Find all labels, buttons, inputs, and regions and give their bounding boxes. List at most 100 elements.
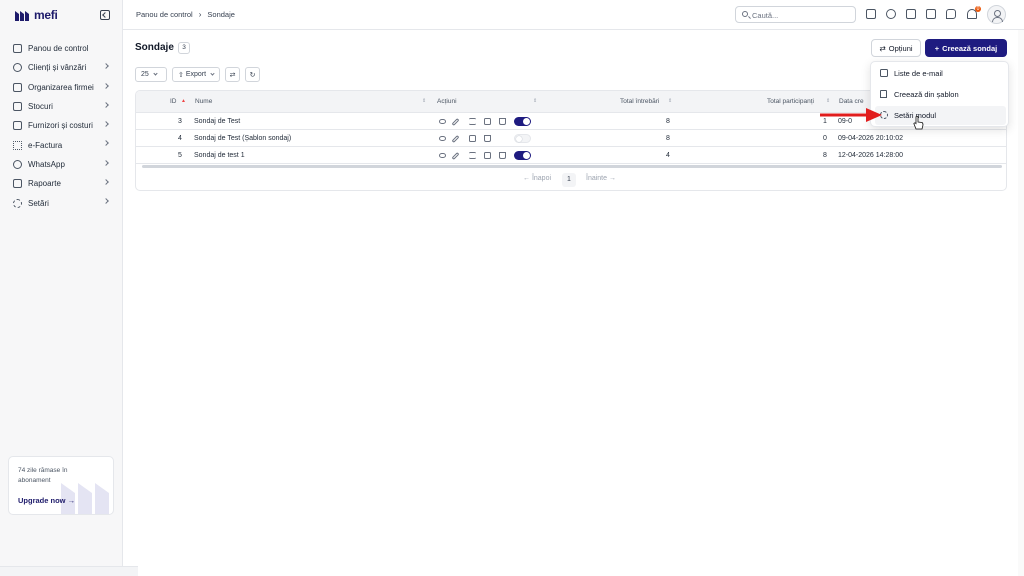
vertical-scrollbar[interactable] xyxy=(1018,30,1024,576)
avatar[interactable] xyxy=(987,5,1006,24)
options-label: Opțiuni xyxy=(888,43,913,53)
options-button[interactable]: ⇄ Opțiuni xyxy=(871,39,921,57)
edit-icon[interactable] xyxy=(451,135,460,143)
active-toggle[interactable] xyxy=(514,134,531,143)
chevron-right-icon xyxy=(103,63,109,70)
page-title: Sondaje xyxy=(135,42,174,53)
check-square-icon[interactable] xyxy=(926,9,936,19)
active-toggle[interactable] xyxy=(514,151,531,160)
users-icon xyxy=(13,63,22,73)
duplicate-icon[interactable] xyxy=(469,135,476,142)
create-survey-button[interactable]: + Creează sondaj xyxy=(925,39,1007,57)
swap-columns-button[interactable]: ⇄ xyxy=(225,67,240,82)
pagination-current[interactable]: 1 xyxy=(562,173,576,187)
page-size-select[interactable]: 25 xyxy=(135,67,167,82)
cell-name: Sondaj de Test (Șablon sondaj) xyxy=(194,135,292,142)
home-icon xyxy=(13,44,22,54)
timer-icon[interactable] xyxy=(886,9,896,19)
sort-icon[interactable]: ⇕ xyxy=(668,98,672,104)
list-icon[interactable] xyxy=(469,118,476,125)
chevron-right-icon xyxy=(103,82,109,89)
cell-name: Sondaj de Test xyxy=(194,118,241,125)
horizontal-scrollbar[interactable] xyxy=(142,165,1002,168)
sort-icon[interactable]: ⇕ xyxy=(826,98,830,104)
search-box[interactable] xyxy=(735,6,856,23)
upgrade-days-text: 74 zile rămase în abonament xyxy=(18,467,68,484)
menu-item-email-lists[interactable]: Liste de e-mail xyxy=(875,64,1006,83)
chevron-right-icon xyxy=(103,198,109,205)
sort-asc-icon[interactable]: ▲ xyxy=(181,98,186,104)
menu-item-module-settings[interactable]: Setări modul xyxy=(875,106,1006,125)
sort-icon[interactable]: ⇕ xyxy=(533,98,537,104)
sidebar-item-setari[interactable]: Setări xyxy=(8,193,116,212)
trash-icon[interactable] xyxy=(499,152,506,159)
mail-icon xyxy=(880,69,888,77)
plus-icon: + xyxy=(934,43,940,53)
options-dropdown: Liste de e-mail Creează din șablon Setăr… xyxy=(870,61,1009,127)
duplicate-icon[interactable] xyxy=(484,118,491,125)
sidebar-item-clienti[interactable]: Clienți și vânzări xyxy=(8,58,116,77)
list-icon[interactable] xyxy=(469,152,476,159)
upgrade-card: 74 zile rămase în abonament Upgrade now … xyxy=(8,456,114,515)
add-square-icon[interactable] xyxy=(866,9,876,19)
cell-participants: 0 xyxy=(823,135,827,142)
sidebar-item-furnizori[interactable]: Furnizori și costuri xyxy=(8,116,116,135)
refresh-button[interactable]: ↻ xyxy=(245,67,260,82)
search-input[interactable] xyxy=(752,9,852,21)
chevron-right-icon xyxy=(103,159,109,166)
gear-icon xyxy=(13,198,22,208)
menu-item-create-from-template[interactable]: Creează din șablon xyxy=(875,85,1006,104)
bookmark-icon xyxy=(880,90,887,98)
edit-icon[interactable] xyxy=(451,152,460,160)
sidebar-item-organizarea[interactable]: Organizarea firmei xyxy=(8,78,116,97)
mefi-logo-icon xyxy=(15,10,29,21)
search-icon xyxy=(742,11,748,17)
sidebar-item-label: e-Factura xyxy=(28,140,63,150)
column-header-id[interactable]: ID xyxy=(170,98,177,105)
cell-questions: 8 xyxy=(666,135,670,142)
view-icon[interactable] xyxy=(439,136,446,141)
sort-icon[interactable]: ⇕ xyxy=(422,98,426,104)
cell-id: 4 xyxy=(178,135,182,142)
notifications-badge: 0 xyxy=(975,6,981,12)
column-header-questions[interactable]: Total întrebări xyxy=(620,98,659,105)
pagination-next[interactable]: Înainte → xyxy=(586,175,616,182)
breadcrumb-item-home[interactable]: Panou de control xyxy=(136,10,193,19)
sidebar-item-rapoarte[interactable]: Rapoarte xyxy=(8,174,116,193)
sidebar-item-efactura[interactable]: e-Factura xyxy=(8,135,116,154)
sidebar-item-panou[interactable]: Panou de control xyxy=(8,39,116,58)
efactura-icon xyxy=(13,140,22,150)
edit-icon[interactable] xyxy=(451,118,460,126)
trash-icon[interactable] xyxy=(484,135,491,142)
calendar-icon[interactable] xyxy=(906,9,916,19)
view-icon[interactable] xyxy=(439,153,446,158)
collapse-sidebar-icon[interactable] xyxy=(100,10,110,20)
chevron-right-icon xyxy=(103,179,109,185)
chat-icon[interactable] xyxy=(946,9,956,19)
trash-icon[interactable] xyxy=(499,118,506,125)
active-toggle[interactable] xyxy=(514,117,531,126)
column-header-name[interactable]: Nume xyxy=(195,98,212,105)
top-bar: Panou de control › Sondaje 0 xyxy=(123,0,1024,30)
pagination-prev[interactable]: ← Înapoi xyxy=(523,175,551,182)
logo[interactable]: mefi xyxy=(14,8,58,22)
upgrade-now-link[interactable]: Upgrade now → xyxy=(18,496,75,505)
sidebar-nav: Panou de control Clienți și vânzări Orga… xyxy=(8,39,116,213)
cell-id: 5 xyxy=(178,152,182,159)
export-button[interactable]: ⇧ Export xyxy=(172,67,220,82)
breadcrumb-separator-icon: › xyxy=(198,10,202,19)
table-row[interactable]: 5 Sondaj de test 1 4 8 12-04-2026 14:28:… xyxy=(136,147,1006,164)
cell-id: 3 xyxy=(178,118,182,125)
sidebar: mefi Panou de control Clienți și vânzări… xyxy=(0,0,123,576)
duplicate-icon[interactable] xyxy=(484,152,491,159)
view-icon[interactable] xyxy=(439,119,446,124)
breadcrumb: Panou de control › Sondaje xyxy=(136,10,235,19)
refresh-icon: ↻ xyxy=(249,71,256,79)
cell-created: 12-04-2026 14:28:00 xyxy=(838,152,903,159)
column-header-participants[interactable]: Total participanți xyxy=(767,98,814,105)
table-row[interactable]: 4 Sondaj de Test (Șablon sondaj) 8 0 09-… xyxy=(136,130,1006,147)
chevron-down-icon xyxy=(210,71,215,76)
sidebar-item-stocuri[interactable]: Stocuri xyxy=(8,97,116,116)
sidebar-item-whatsapp[interactable]: WhatsApp xyxy=(8,155,116,174)
column-header-created[interactable]: Data cre xyxy=(839,98,864,105)
